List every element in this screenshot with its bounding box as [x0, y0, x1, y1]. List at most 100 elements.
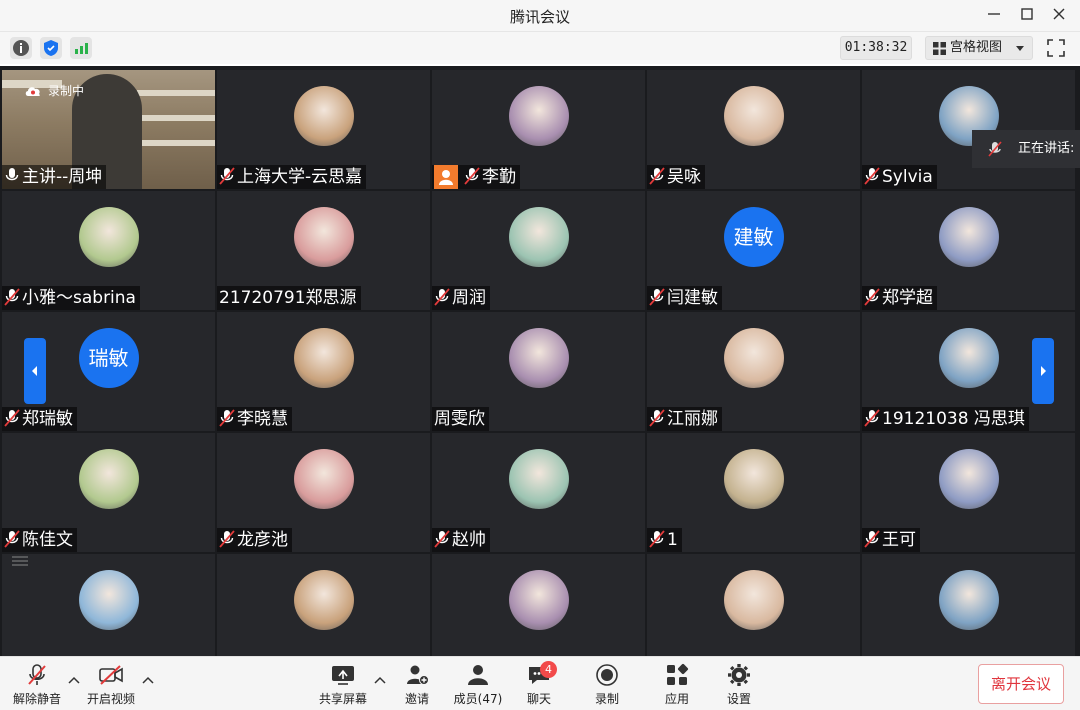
chevron-down-icon [1016, 46, 1024, 51]
mic-muted-icon [219, 409, 235, 427]
participant-avatar [78, 570, 139, 630]
share-screen-button[interactable]: 共享屏幕 [316, 663, 370, 707]
participant-tile[interactable] [217, 554, 430, 656]
mic-muted-icon [219, 167, 235, 185]
mic-muted-icon [4, 530, 20, 548]
mic-muted-icon [864, 288, 880, 306]
participant-name-tag: 郑瑞敏 [2, 407, 77, 431]
participant-avatar [293, 86, 354, 146]
video-options-caret-icon[interactable] [142, 675, 154, 685]
members-icon [468, 665, 488, 685]
participant-tile[interactable]: 建敏 闫建敏 [647, 191, 860, 310]
participant-tile[interactable] [647, 554, 860, 656]
participant-tile[interactable]: 李晓慧 [217, 312, 430, 431]
participant-name-tag: 吴咏 [647, 165, 705, 189]
mic-muted-icon [649, 288, 665, 306]
leave-meeting-button[interactable]: 离开会议 [978, 664, 1064, 704]
participant-tile[interactable]: 录制中 主讲--周坤 [2, 70, 215, 189]
speaking-indicator: 正在讲话: [972, 130, 1080, 168]
chat-unread-badge: 4 [540, 661, 557, 678]
grid-view-icon [933, 42, 946, 55]
participant-tile[interactable]: 郑学超 [862, 191, 1075, 310]
camera-off-icon [99, 665, 123, 685]
signal-icon[interactable] [70, 37, 92, 59]
members-button[interactable]: 成员(47) [450, 663, 506, 707]
drag-handle-icon[interactable] [12, 552, 28, 566]
title-bar: 腾讯会议 [0, 0, 1080, 32]
maximize-icon[interactable] [1013, 4, 1041, 28]
participant-name: 李晓慧 [237, 409, 288, 429]
participant-name-tag: 19121038 冯思琪 [862, 407, 1029, 431]
participant-tile[interactable]: 1 [647, 433, 860, 552]
participant-name-tag: 龙彦池 [217, 528, 292, 552]
participant-name-tag: 21720791郑思源 [217, 286, 361, 310]
minimize-icon[interactable] [980, 4, 1008, 28]
close-icon[interactable] [1045, 4, 1073, 28]
participant-name-tag: 江丽娜 [647, 407, 722, 431]
mic-muted-icon [4, 288, 20, 306]
participant-name-tag: 李勤 [432, 165, 520, 189]
participant-avatar [293, 328, 354, 388]
participant-avatar [938, 449, 999, 509]
participant-name-tag: 周润 [432, 286, 490, 310]
participant-name: 郑学超 [882, 288, 933, 308]
participant-name-tag: 周雯欣 [432, 407, 489, 431]
participant-name: 19121038 冯思琪 [882, 409, 1025, 429]
mic-muted-icon [464, 167, 480, 185]
next-page-button[interactable] [1032, 338, 1054, 404]
mic-muted-icon [864, 530, 880, 548]
participant-name: 郑瑞敏 [22, 409, 73, 429]
participant-name: 周雯欣 [434, 409, 485, 429]
start-video-button[interactable]: 开启视频 [84, 663, 138, 707]
participant-tile[interactable]: 江丽娜 [647, 312, 860, 431]
participant-tile[interactable] [432, 554, 645, 656]
participant-tile[interactable] [2, 554, 215, 656]
bookshelf [137, 90, 215, 96]
participant-avatar [938, 207, 999, 267]
apps-button[interactable]: 应用 [656, 663, 698, 707]
participant-tile[interactable]: 周雯欣 [432, 312, 645, 431]
settings-button[interactable]: 设置 [718, 663, 760, 707]
unmute-button[interactable]: 解除静音 [10, 663, 64, 707]
participant-avatar: 瑞敏 [78, 328, 139, 388]
participant-tile[interactable]: 上海大学-云思嘉 [217, 70, 430, 189]
participant-tile[interactable]: 小雅～sabrina [2, 191, 215, 310]
participant-name-tag: 上海大学-云思嘉 [217, 165, 367, 189]
participant-name: 闫建敏 [667, 288, 718, 308]
participant-tile[interactable]: 龙彦池 [217, 433, 430, 552]
audio-options-caret-icon[interactable] [68, 675, 80, 685]
info-icon[interactable] [10, 37, 32, 59]
participant-tile[interactable]: 吴咏 [647, 70, 860, 189]
participant-avatar [508, 449, 569, 509]
participant-tile[interactable]: 王可 [862, 433, 1075, 552]
participant-name-tag: 闫建敏 [647, 286, 722, 310]
participant-avatar [293, 207, 354, 267]
record-button[interactable]: 录制 [586, 663, 628, 707]
participant-avatar [293, 449, 354, 509]
mic-muted-icon [649, 167, 665, 185]
participant-tile[interactable]: 21720791郑思源 [217, 191, 430, 310]
security-shield-icon[interactable] [40, 37, 62, 59]
share-screen-icon [332, 666, 354, 685]
participant-tile[interactable]: 赵帅 [432, 433, 645, 552]
participant-name-tag: 小雅～sabrina [2, 286, 140, 310]
fullscreen-icon[interactable] [1045, 37, 1067, 59]
cloud-icon [25, 86, 40, 96]
bookshelf [137, 115, 215, 121]
participant-tile[interactable]: 陈佳文 [2, 433, 215, 552]
participant-name-tag: Sylvia [862, 165, 937, 189]
invite-button[interactable]: 邀请 [396, 663, 438, 707]
participant-name: 吴咏 [667, 167, 701, 187]
participant-tile[interactable] [862, 554, 1075, 656]
participant-avatar [78, 207, 139, 267]
participant-tile[interactable]: 周润 [432, 191, 645, 310]
recording-badge: 录制中 [24, 82, 84, 99]
participant-name: 小雅～sabrina [22, 288, 136, 308]
participant-tile[interactable]: 李勤 [432, 70, 645, 189]
view-mode-select[interactable]: 宫格视图 [925, 36, 1033, 60]
share-options-caret-icon[interactable] [374, 675, 386, 685]
mic-muted-icon [864, 409, 880, 427]
control-bar: 解除静音 开启视频 共享屏幕 邀请 成员(47) 聊天 4 录制 应用 设置 离… [0, 656, 1080, 710]
mic-muted-icon [434, 530, 450, 548]
prev-page-button[interactable] [24, 338, 46, 404]
